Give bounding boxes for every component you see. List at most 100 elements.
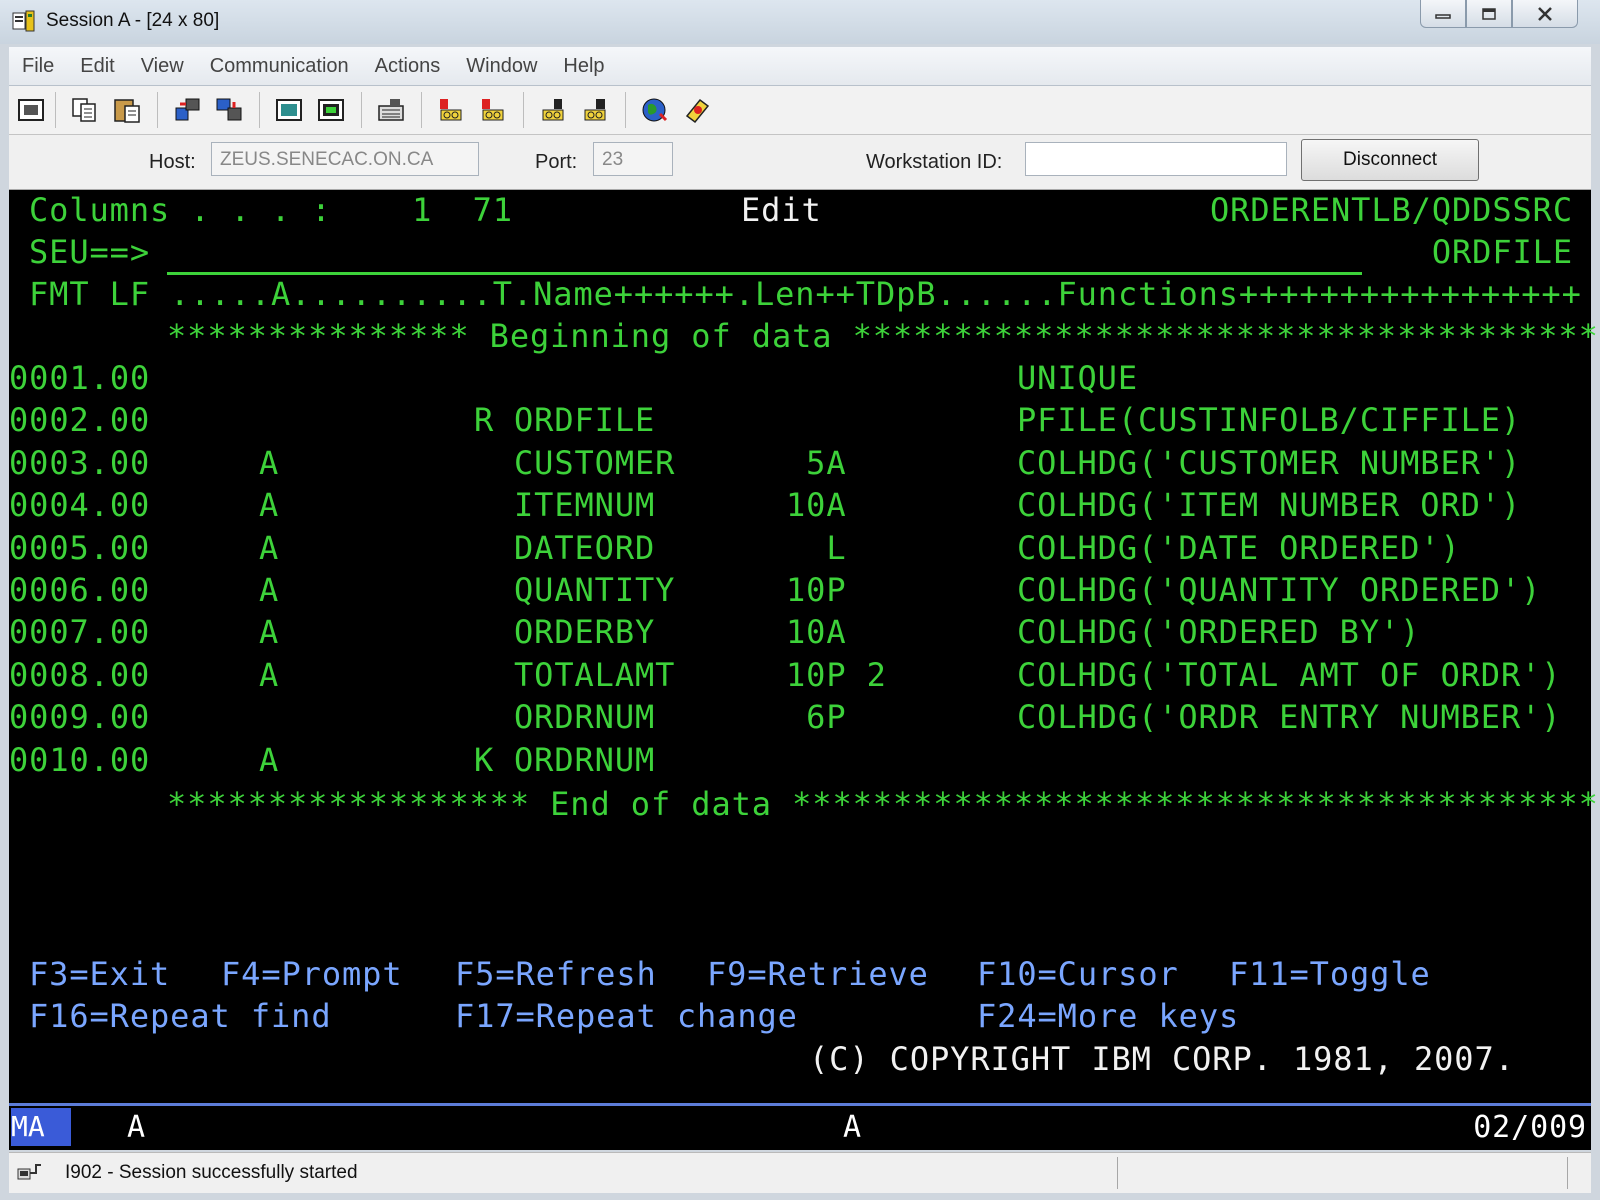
field-name: TOTALAMT — [514, 655, 676, 694]
menu-communication[interactable]: Communication — [197, 55, 362, 78]
sequence-number: 0002.00 — [9, 401, 151, 440]
menu-actions[interactable]: Actions — [362, 55, 454, 78]
type-a: A — [259, 740, 280, 779]
close-button[interactable] — [1512, 0, 1578, 28]
field-functions: COLHDG('DATE ORDERED') — [1017, 528, 1461, 567]
port-field[interactable]: 23 — [593, 142, 673, 176]
status-bar: I902 - Session successfully started — [9, 1152, 1591, 1193]
workstation-id-label: Workstation ID: — [866, 151, 1003, 173]
help-icon[interactable] — [679, 93, 715, 127]
macro-play-icon[interactable] — [475, 93, 511, 127]
workstation-id-field[interactable] — [1025, 142, 1287, 176]
menu-file[interactable]: File — [9, 55, 67, 78]
type-t: K — [474, 740, 495, 779]
mode-label: Edit — [741, 191, 822, 229]
seu-prompt: SEU==> — [29, 233, 150, 271]
field-functions: COLHDG('ORDERED BY') — [1017, 613, 1421, 652]
print-screen-icon[interactable] — [271, 93, 307, 127]
field-functions: UNIQUE — [1017, 359, 1138, 397]
function-key[interactable]: F24=More keys — [977, 996, 1239, 1036]
send-file-icon[interactable] — [169, 93, 205, 127]
maximize-button[interactable] — [1466, 0, 1512, 28]
type-a: A — [259, 655, 280, 694]
disconnect-button[interactable]: Disconnect — [1301, 139, 1479, 181]
field-name: ORDRNUM — [514, 698, 656, 737]
macro-play2-icon[interactable] — [577, 93, 613, 127]
connection-bar: Host: ZEUS.SENECAC.ON.CA Port: 23 Workst… — [9, 135, 1591, 190]
sequence-number: 0009.00 — [9, 698, 151, 737]
maximize-icon — [1482, 7, 1496, 20]
window-controls — [1420, 0, 1578, 30]
operator-info-area: MA A A 02/009 — [9, 1106, 1591, 1150]
display-icon[interactable] — [13, 93, 49, 127]
field-length: 10P 2 — [786, 655, 887, 694]
function-key[interactable]: F9=Retrieve — [707, 954, 929, 994]
menu-bar: File Edit View Communication Actions Win… — [9, 47, 1591, 86]
emulator-window: Session A - [24 x 80] File Edit View Com… — [0, 0, 1600, 1200]
format-line: FMT LF .....A..........T.Name++++++.Len+… — [29, 275, 1582, 313]
toolbar — [9, 86, 1591, 135]
field-name: ORDFILE — [514, 401, 656, 440]
field-name: QUANTITY — [514, 571, 676, 609]
macro-record-icon[interactable] — [433, 93, 469, 127]
function-key[interactable]: F5=Refresh — [455, 954, 657, 994]
type-a: A — [259, 528, 280, 567]
field-functions: PFILE(CUSTINFOLB/CIFFILE) — [1017, 401, 1522, 440]
sequence-number: 0006.00 — [9, 571, 151, 609]
sequence-number: 0001.00 — [9, 359, 151, 397]
field-name: DATEORD — [514, 528, 656, 567]
field-name: ORDRNUM — [514, 740, 656, 779]
columns-indicator: Columns . . . : 1 71 — [29, 191, 513, 229]
copyright-notice: (C) COPYRIGHT IBM CORP. 1981, 2007. — [809, 1040, 1515, 1078]
oia-indicator-a-2: A — [843, 1110, 862, 1145]
macro-stop-icon[interactable] — [535, 93, 571, 127]
menu-view[interactable]: View — [128, 55, 197, 78]
globe-icon[interactable] — [637, 93, 673, 127]
field-name: ITEMNUM — [514, 486, 656, 525]
field-functions: COLHDG('CUSTOMER NUMBER') — [1017, 443, 1522, 482]
copy-icon[interactable] — [67, 93, 103, 127]
field-length: 10P — [786, 571, 847, 609]
status-message: I902 - Session successfully started — [65, 1162, 358, 1183]
minimize-icon — [1435, 13, 1451, 19]
paste-icon[interactable] — [109, 93, 145, 127]
connection-status-icon — [17, 1164, 41, 1180]
cursor-position: 02/009 — [1473, 1110, 1587, 1145]
function-key[interactable]: F16=Repeat find — [29, 996, 331, 1036]
terminal-screen[interactable]: Columns . . . : 1 71 Edit ORDERENTLB/QDD… — [9, 190, 1598, 1104]
keyboard-icon[interactable] — [373, 93, 409, 127]
field-length: L — [786, 528, 847, 567]
field-functions: COLHDG('ORDR ENTRY NUMBER') — [1017, 698, 1562, 737]
function-key[interactable]: F4=Prompt — [221, 954, 403, 994]
field-length: 10A — [786, 486, 847, 525]
field-functions: COLHDG('TOTAL AMT OF ORDR') — [1017, 655, 1562, 694]
sequence-number: 0003.00 — [9, 443, 151, 482]
source-library: ORDERENTLB/QDDSSRC — [1210, 191, 1573, 229]
window-title: Session A - [24 x 80] — [46, 10, 220, 31]
type-a: A — [259, 571, 280, 609]
oia-indicator-a: A — [127, 1110, 146, 1145]
host-field[interactable]: ZEUS.SENECAC.ON.CA — [211, 142, 479, 176]
function-key[interactable]: F17=Repeat change — [455, 996, 798, 1036]
function-key[interactable]: F11=Toggle — [1229, 954, 1431, 994]
sequence-number: 0005.00 — [9, 528, 151, 567]
app-icon — [12, 10, 35, 32]
close-icon — [1538, 6, 1552, 21]
display-options-icon[interactable] — [313, 93, 349, 127]
beginning-of-data: *************** Beginning of data ******… — [167, 317, 1599, 355]
sequence-number: 0004.00 — [9, 486, 151, 525]
function-key[interactable]: F10=Cursor — [977, 954, 1179, 994]
function-key[interactable]: F3=Exit — [29, 954, 170, 994]
menu-help[interactable]: Help — [550, 55, 617, 78]
field-functions: COLHDG('ITEM NUMBER ORD') — [1017, 486, 1522, 525]
ma-indicator: MA — [11, 1108, 71, 1146]
field-length: 10A — [786, 613, 847, 652]
menu-edit[interactable]: Edit — [67, 55, 127, 78]
minimize-button[interactable] — [1420, 0, 1466, 28]
menu-window[interactable]: Window — [453, 55, 550, 78]
type-a: A — [259, 443, 280, 482]
receive-file-icon[interactable] — [211, 93, 247, 127]
field-name: ORDERBY — [514, 613, 656, 652]
field-name: CUSTOMER — [514, 443, 676, 482]
field-length: 6P — [786, 698, 847, 737]
